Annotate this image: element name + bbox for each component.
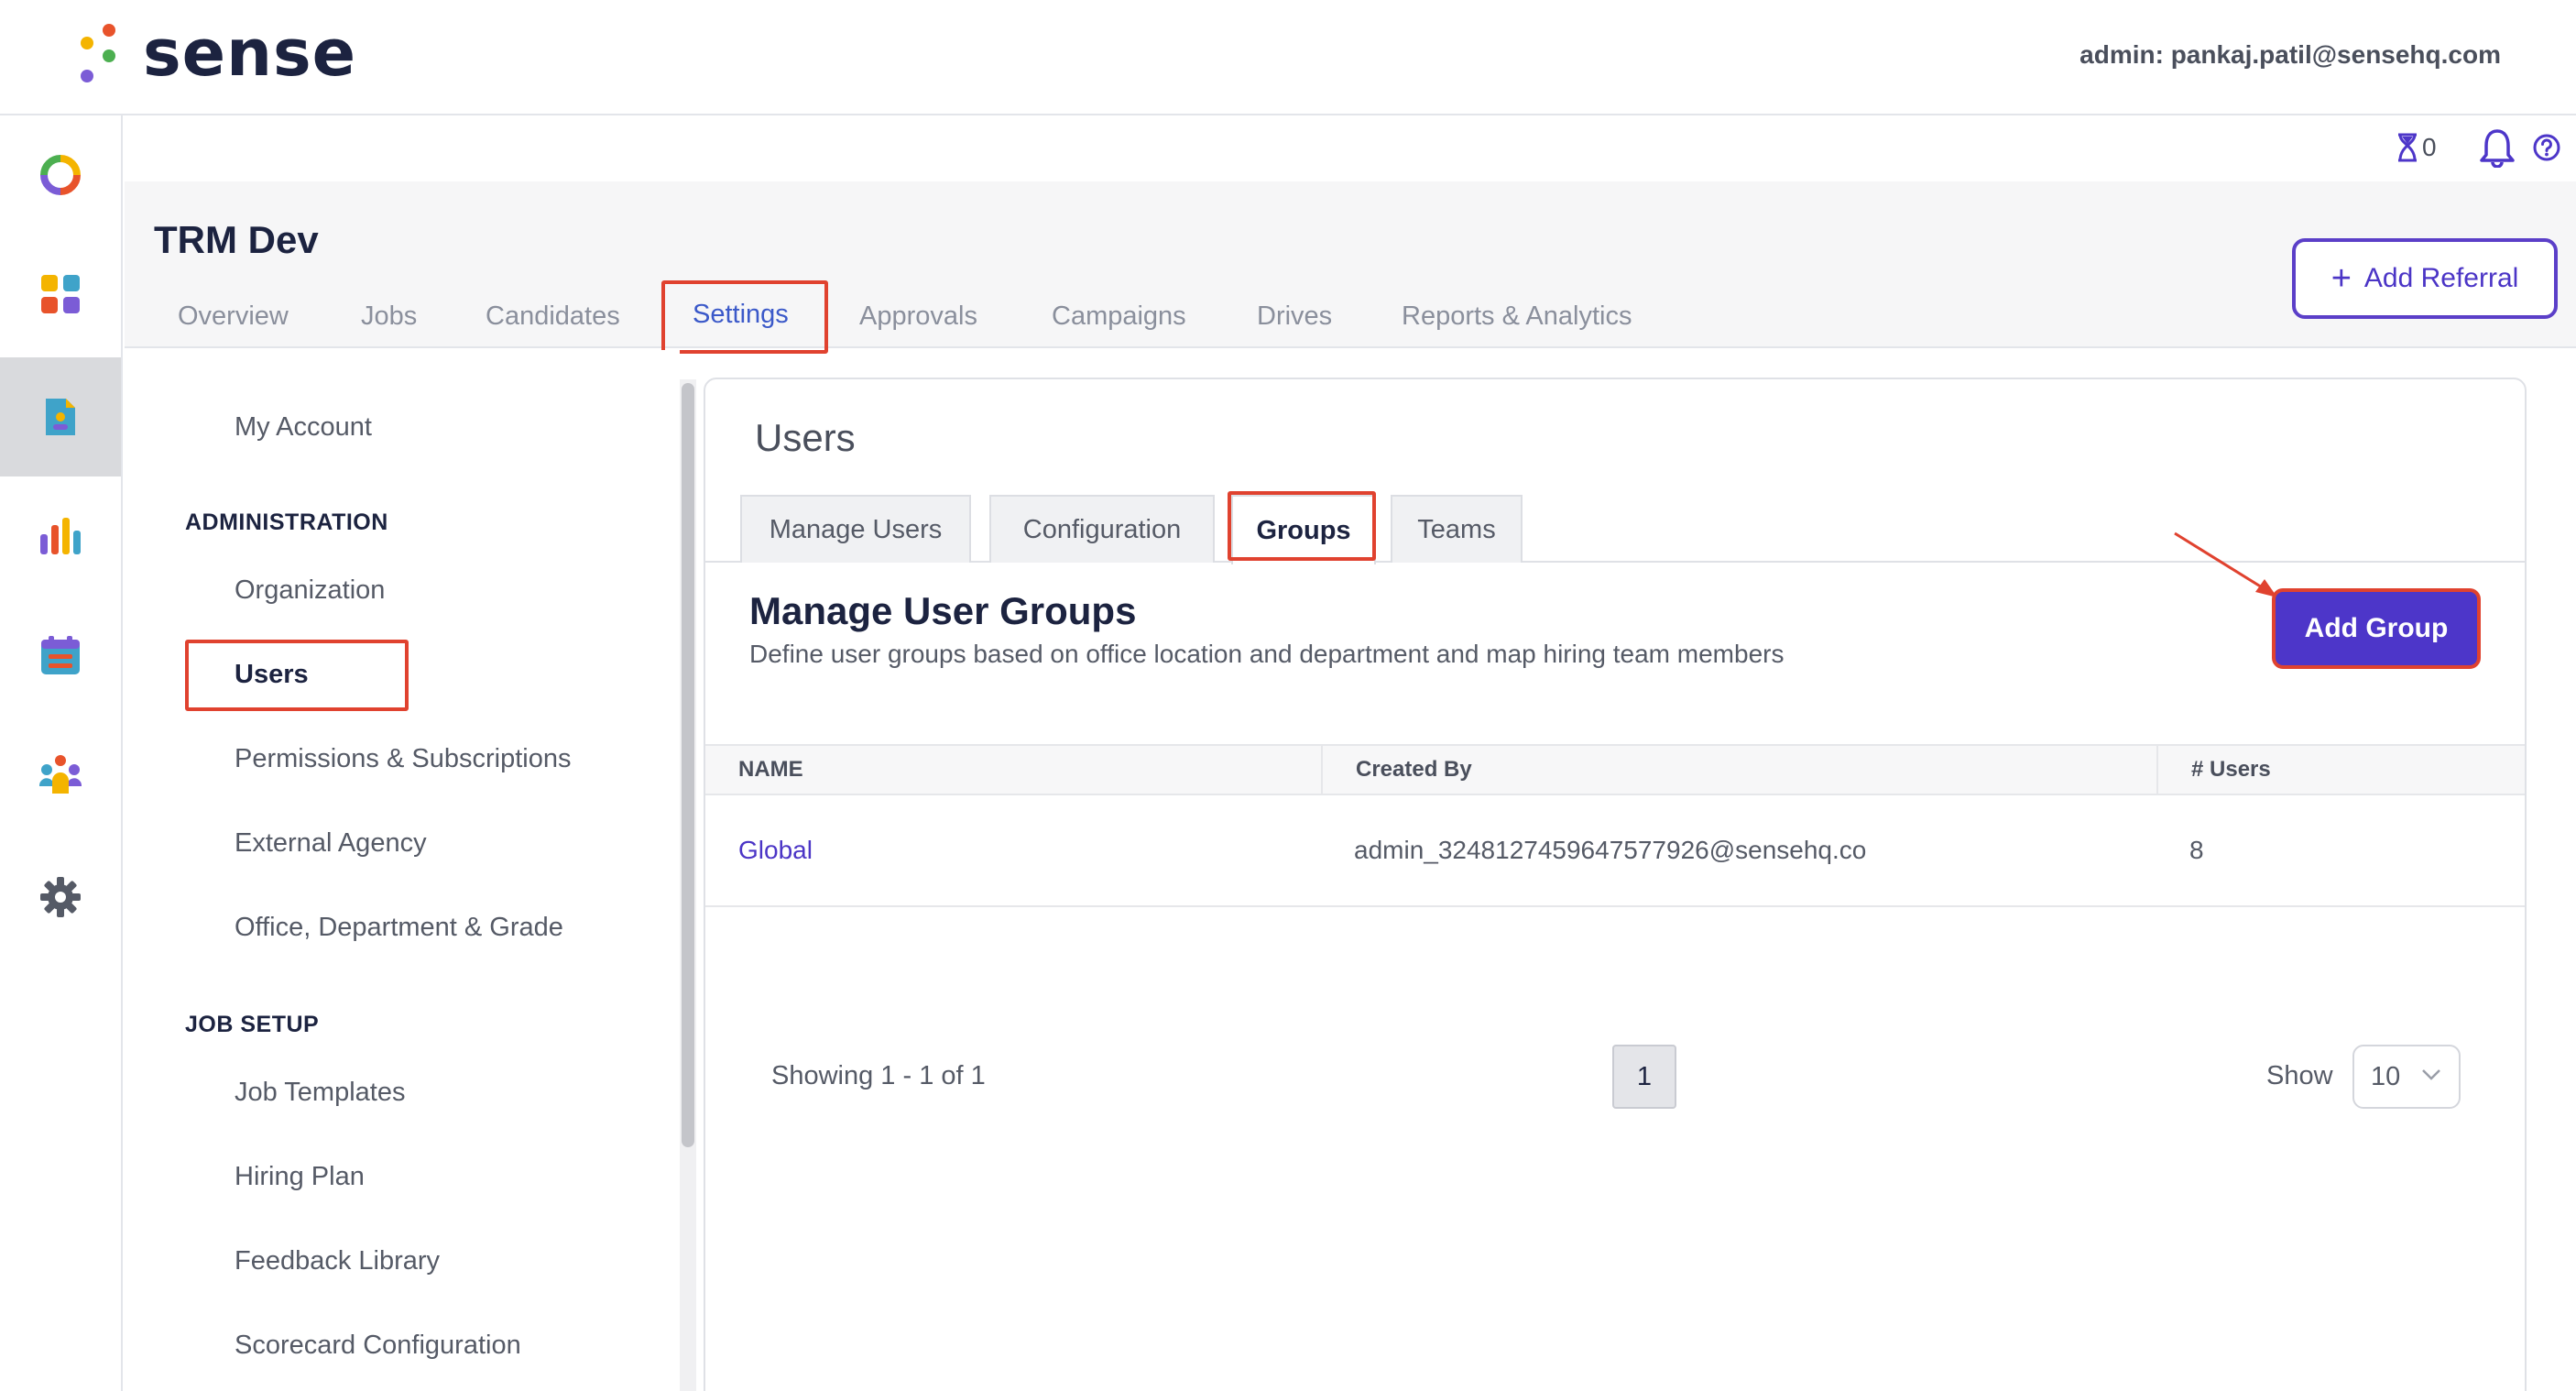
hourglass-icon (2398, 133, 2417, 162)
page-size-value: 10 (2371, 1061, 2401, 1091)
table-row: Global admin_3248127459647577926@sensehq… (705, 795, 2525, 907)
bell-icon (2480, 129, 2515, 168)
subtab-teams[interactable]: Teams (1391, 495, 1523, 563)
utility-bar: 0 (125, 117, 2576, 181)
nav-scrollbar-thumb[interactable] (682, 383, 694, 1147)
sense-logo[interactable]: sense (77, 16, 355, 93)
analytics-bar-icon (40, 518, 81, 554)
nav-organization[interactable]: Organization (235, 572, 385, 608)
apps-grid-icon (41, 275, 80, 313)
pagination-summary: Showing 1 - 1 of 1 (771, 1061, 986, 1090)
rail-settings[interactable] (0, 838, 121, 957)
rail-dashboard[interactable] (0, 115, 121, 235)
top-bar: sense admin: pankaj.patil@sensehq.com (0, 0, 2576, 115)
rail-analytics[interactable] (0, 476, 121, 596)
tab-approvals[interactable]: Approvals (859, 284, 977, 348)
users-nav-highlight (185, 640, 409, 711)
nav-permissions-subscriptions[interactable]: Permissions & Subscriptions (235, 740, 571, 777)
page-button-current[interactable]: 1 (1612, 1045, 1676, 1109)
column-header-name[interactable]: NAME (705, 746, 1321, 794)
annotation-arrow-icon (2174, 531, 2277, 597)
nav-feedback-library[interactable]: Feedback Library (235, 1243, 440, 1279)
tab-campaigns[interactable]: Campaigns (1052, 284, 1186, 348)
logo-dot (81, 70, 93, 82)
tab-drives[interactable]: Drives (1257, 284, 1332, 348)
people-icon (39, 755, 82, 794)
nav-section-administration: ADMINISTRATION (185, 509, 388, 535)
tab-overview[interactable]: Overview (178, 284, 289, 348)
subtab-manage-users[interactable]: Manage Users (740, 495, 971, 563)
help-button[interactable] (2532, 126, 2561, 169)
nav-section-job-setup: JOB SETUP (185, 1012, 320, 1037)
notifications-button[interactable] (2479, 126, 2516, 169)
add-referral-label: Add Referral (2363, 263, 2519, 293)
logo-dot (81, 37, 93, 49)
group-created-by: admin_3248127459647577926@sensehq.co (1354, 836, 1867, 864)
nav-hiring-plan[interactable]: Hiring Plan (235, 1158, 365, 1195)
page-size-select[interactable]: 10 (2352, 1045, 2461, 1109)
tab-reports-analytics[interactable]: Reports & Analytics (1402, 284, 1632, 348)
admin-user-label[interactable]: admin: pankaj.patil@sensehq.com (2079, 37, 2501, 73)
rail-jobs[interactable] (0, 357, 121, 476)
project-title: TRM Dev (154, 218, 319, 261)
group-name-link[interactable]: Global (705, 795, 1321, 905)
column-header-users-count[interactable]: # Users (2156, 746, 2525, 794)
groups-tab-highlight (1228, 491, 1376, 561)
add-referral-button[interactable]: + Add Referral (2292, 238, 2558, 319)
users-title: Users (755, 416, 856, 459)
section-title: Manage User Groups (749, 589, 1137, 632)
jobs-document-icon (46, 399, 75, 435)
tab-jobs[interactable]: Jobs (361, 284, 417, 348)
rail-people[interactable] (0, 715, 121, 834)
add-group-button[interactable]: Add Group (2272, 588, 2481, 669)
chevron-down-icon (2422, 1069, 2440, 1080)
help-icon (2533, 134, 2560, 161)
settings-nav: My Account ADMINISTRATION Organization U… (125, 350, 680, 1391)
nav-external-agency[interactable]: External Agency (235, 825, 427, 861)
timer-counter[interactable]: 0 (2396, 126, 2437, 169)
plus-icon: + (2330, 259, 2352, 298)
subtab-configuration[interactable]: Configuration (989, 495, 1215, 563)
nav-scorecard-configuration[interactable]: Scorecard Configuration (235, 1327, 521, 1364)
groups-table-header: NAME Created By # Users (705, 744, 2525, 795)
section-description: Define user groups based on office locat… (749, 640, 1785, 668)
column-header-created-by[interactable]: Created By (1321, 746, 2156, 794)
dashboard-ring-icon (40, 155, 81, 195)
nav-job-templates[interactable]: Job Templates (235, 1074, 405, 1111)
app-rail (0, 115, 123, 1391)
logo-dot (103, 24, 115, 37)
logo-dot (103, 49, 115, 62)
nav-my-account[interactable]: My Account (235, 409, 372, 445)
nav-office-department-grade[interactable]: Office, Department & Grade (235, 909, 563, 946)
tab-candidates[interactable]: Candidates (486, 284, 620, 348)
rail-calendar[interactable] (0, 596, 121, 715)
settings-tab-highlight (661, 280, 828, 354)
group-user-count: 8 (2189, 836, 2204, 864)
settings-gear-icon (40, 877, 81, 917)
rail-apps[interactable] (0, 235, 121, 354)
calendar-icon (41, 636, 80, 674)
logo-wordmark: sense (143, 16, 357, 91)
timer-count: 0 (2422, 133, 2437, 161)
page-size-label: Show (2266, 1061, 2333, 1090)
